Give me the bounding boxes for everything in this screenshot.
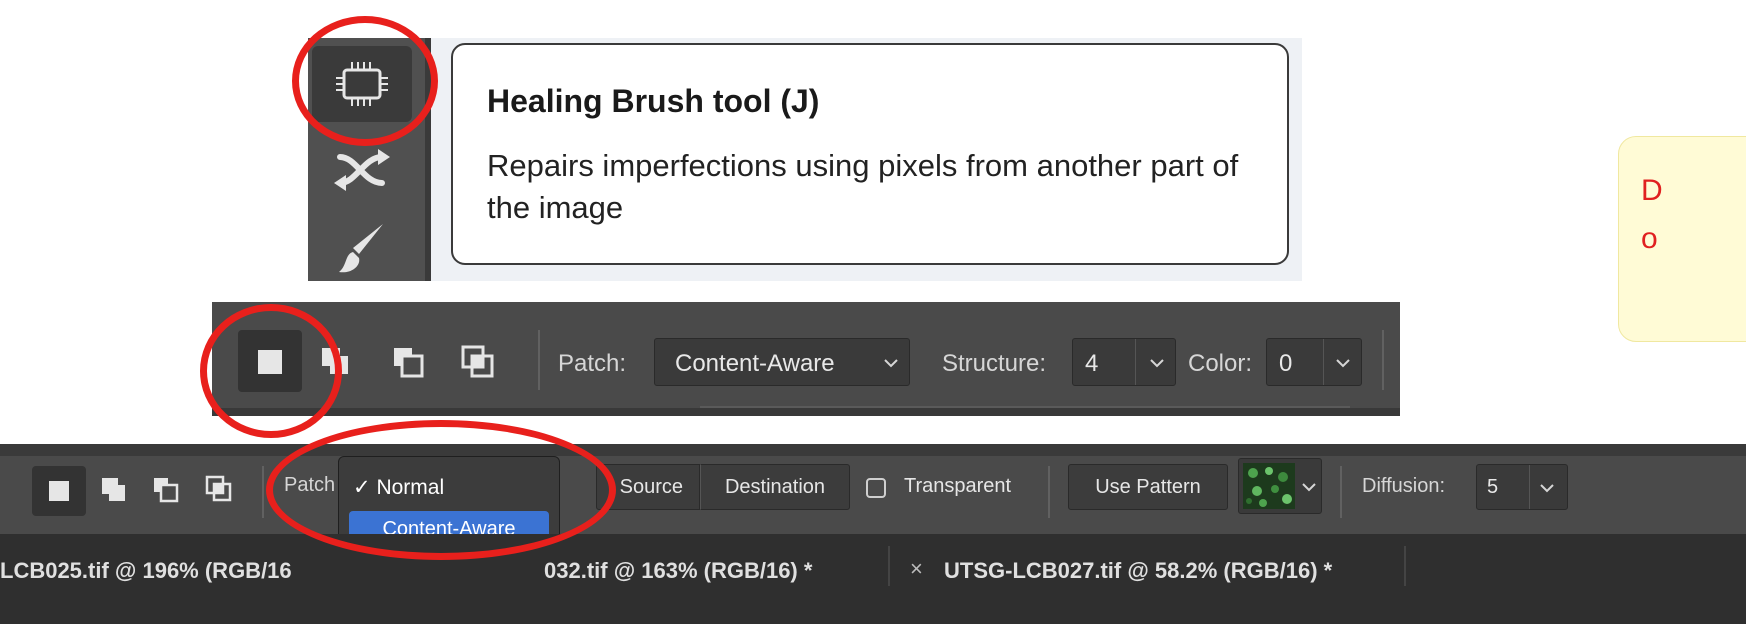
separator (538, 330, 540, 390)
patch-mode-value: Content-Aware (675, 350, 835, 377)
annotation-circle-new-selection (200, 304, 342, 438)
structure-select[interactable]: 4 (1072, 338, 1176, 386)
pattern-picker[interactable] (1238, 458, 1322, 514)
transparent-label: Transparent (904, 475, 1012, 497)
chevron-down-icon (1150, 359, 1164, 368)
separator (1340, 466, 1342, 518)
note-box-text: D o (1641, 174, 1663, 255)
document-tab[interactable]: LCB025.tif @ 196% (RGB/16 (0, 558, 292, 584)
add-selection-icon[interactable] (100, 476, 128, 504)
new-selection-icon (49, 481, 69, 501)
structure-value: 4 (1085, 350, 1099, 377)
options-bar-full: Patch ✓ Normal Content-Aware Source Dest… (0, 444, 1746, 624)
patch-tool-icon (334, 149, 390, 191)
panel-top-edge (0, 444, 1746, 456)
options-bar-cropped: Patch: Content-Aware Structure: 4 Color:… (212, 302, 1400, 416)
annotation-circle-healing-tool (292, 16, 438, 146)
subtract-selection-icon[interactable] (392, 346, 426, 380)
chevron-down-icon (884, 359, 898, 368)
close-tab-icon[interactable]: × (910, 556, 923, 582)
structure-label: Structure: (942, 350, 1047, 377)
destination-button[interactable]: Destination (700, 464, 850, 510)
tooltip-description: Repairs imperfections using pixels from … (487, 148, 1239, 225)
separator (1048, 466, 1050, 518)
annotation-circle-patch-menu (266, 420, 616, 560)
tool-tooltip: Healing Brush tool (J) Repairs imperfect… (451, 43, 1289, 265)
chevron-down-icon (1336, 359, 1350, 368)
patch-label: Patch: (558, 350, 627, 377)
note-box: D o (1618, 136, 1746, 342)
subtract-selection-icon[interactable] (152, 476, 180, 504)
new-selection-button[interactable] (32, 466, 86, 516)
separator (262, 466, 264, 518)
diffusion-label: Diffusion: (1362, 475, 1446, 497)
intersect-selection-icon[interactable] (204, 474, 234, 504)
brush-tool-button[interactable] (312, 218, 412, 281)
document-tab[interactable]: UTSG-LCB027.tif @ 58.2% (RGB/16) * (944, 558, 1332, 584)
chevron-down-icon (1540, 484, 1554, 493)
panel-bottom-edge (212, 408, 1400, 416)
intersect-selection-icon[interactable] (460, 344, 496, 380)
separator (1382, 330, 1384, 390)
document-tab[interactable]: 032.tif @ 163% (RGB/16) * (544, 558, 812, 584)
diffusion-value: 5 (1487, 476, 1499, 498)
divider (1529, 465, 1530, 509)
tab-divider (888, 546, 890, 586)
pattern-thumbnail-icon (1243, 463, 1295, 509)
brush-icon (339, 223, 383, 272)
color-value: 0 (1279, 350, 1293, 377)
use-pattern-button[interactable]: Use Pattern (1068, 464, 1228, 510)
color-select[interactable]: 0 (1266, 338, 1362, 386)
document-tab-bar: LCB025.tif @ 196% (RGB/16 032.tif @ 163%… (0, 534, 1746, 624)
transparent-checkbox[interactable] (866, 478, 886, 498)
tab-divider (1404, 546, 1406, 586)
tool-tooltip-panel: Healing Brush tool (J) Repairs imperfect… (308, 38, 1302, 281)
patch-mode-select[interactable]: Content-Aware (654, 338, 910, 386)
divider (1323, 339, 1324, 385)
tooltip-title: Healing Brush tool (J) (487, 83, 820, 119)
diffusion-select[interactable]: 5 (1476, 464, 1568, 510)
divider (1135, 339, 1136, 385)
patch-tool-button[interactable] (312, 138, 412, 202)
chevron-down-icon (1302, 483, 1316, 492)
color-label: Color: (1188, 350, 1253, 377)
